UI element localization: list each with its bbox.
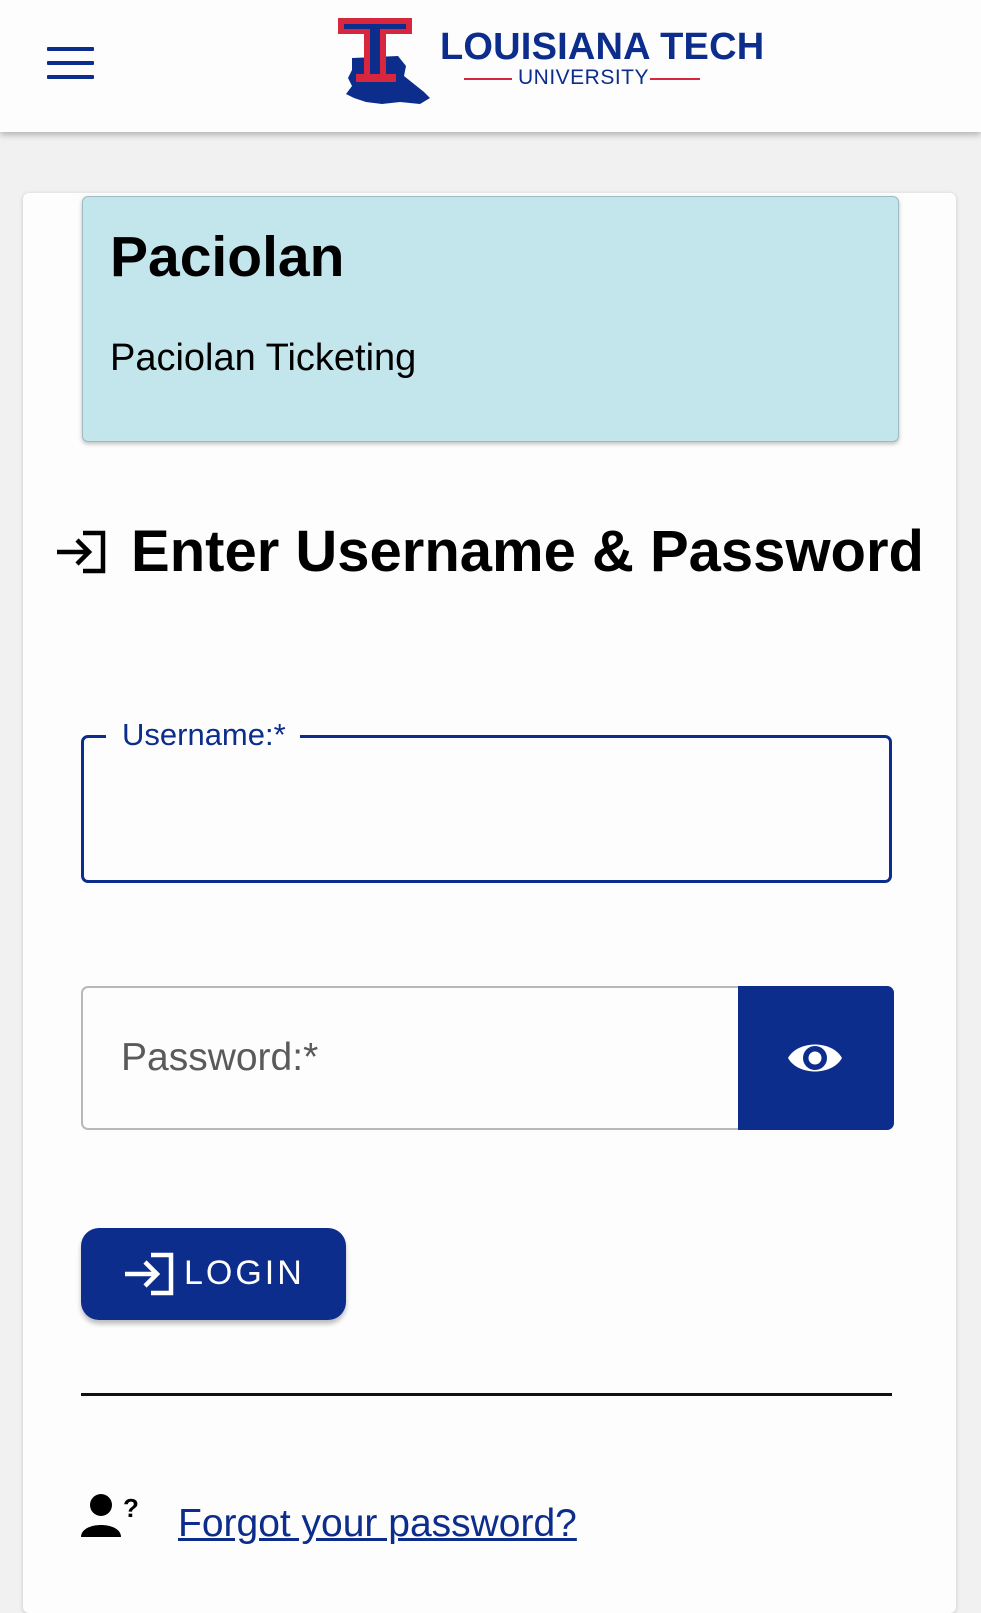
hamburger-menu-icon[interactable] xyxy=(47,47,94,81)
top-header: LOUISIANA TECH UNIVERSITY xyxy=(0,0,981,132)
show-password-button[interactable] xyxy=(738,986,894,1130)
logo-subtitle-row: UNIVERSITY xyxy=(464,66,709,92)
login-arrow-icon xyxy=(125,1252,174,1296)
login-button[interactable]: LOGIN xyxy=(81,1228,346,1320)
login-heading: Enter Username & Password xyxy=(23,508,956,596)
forgot-password-row: ? Forgot your password? xyxy=(81,1493,681,1549)
logo-subtitle: UNIVERSITY xyxy=(518,66,650,89)
section-divider xyxy=(81,1393,892,1396)
password-group xyxy=(81,986,894,1130)
louisiana-tech-logo[interactable]: LOUISIANA TECH UNIVERSITY xyxy=(338,14,764,114)
eye-icon xyxy=(788,1044,842,1072)
logo-emblem-icon xyxy=(338,18,430,104)
login-button-label: LOGIN xyxy=(184,1254,305,1292)
login-arrow-icon xyxy=(57,530,106,573)
logo-title: LOUISIANA TECH xyxy=(440,26,765,68)
password-input[interactable] xyxy=(81,986,738,1130)
login-heading-text: Enter Username & Password xyxy=(131,519,924,584)
username-input[interactable] xyxy=(84,738,889,880)
app-info-box: Paciolan Paciolan Ticketing xyxy=(82,196,899,442)
login-card: Paciolan Paciolan Ticketing Enter Userna… xyxy=(23,193,956,1613)
logo-subtitle-line-left xyxy=(464,78,512,80)
app-subtitle: Paciolan Ticketing xyxy=(110,337,417,379)
username-field[interactable]: Username:* xyxy=(81,717,892,883)
app-title: Paciolan xyxy=(110,225,345,289)
forgot-password-link[interactable]: Forgot your password? xyxy=(178,1502,577,1546)
svg-text:?: ? xyxy=(123,1493,139,1523)
logo-subtitle-line-right xyxy=(650,78,700,80)
user-question-icon: ? xyxy=(81,1493,139,1537)
